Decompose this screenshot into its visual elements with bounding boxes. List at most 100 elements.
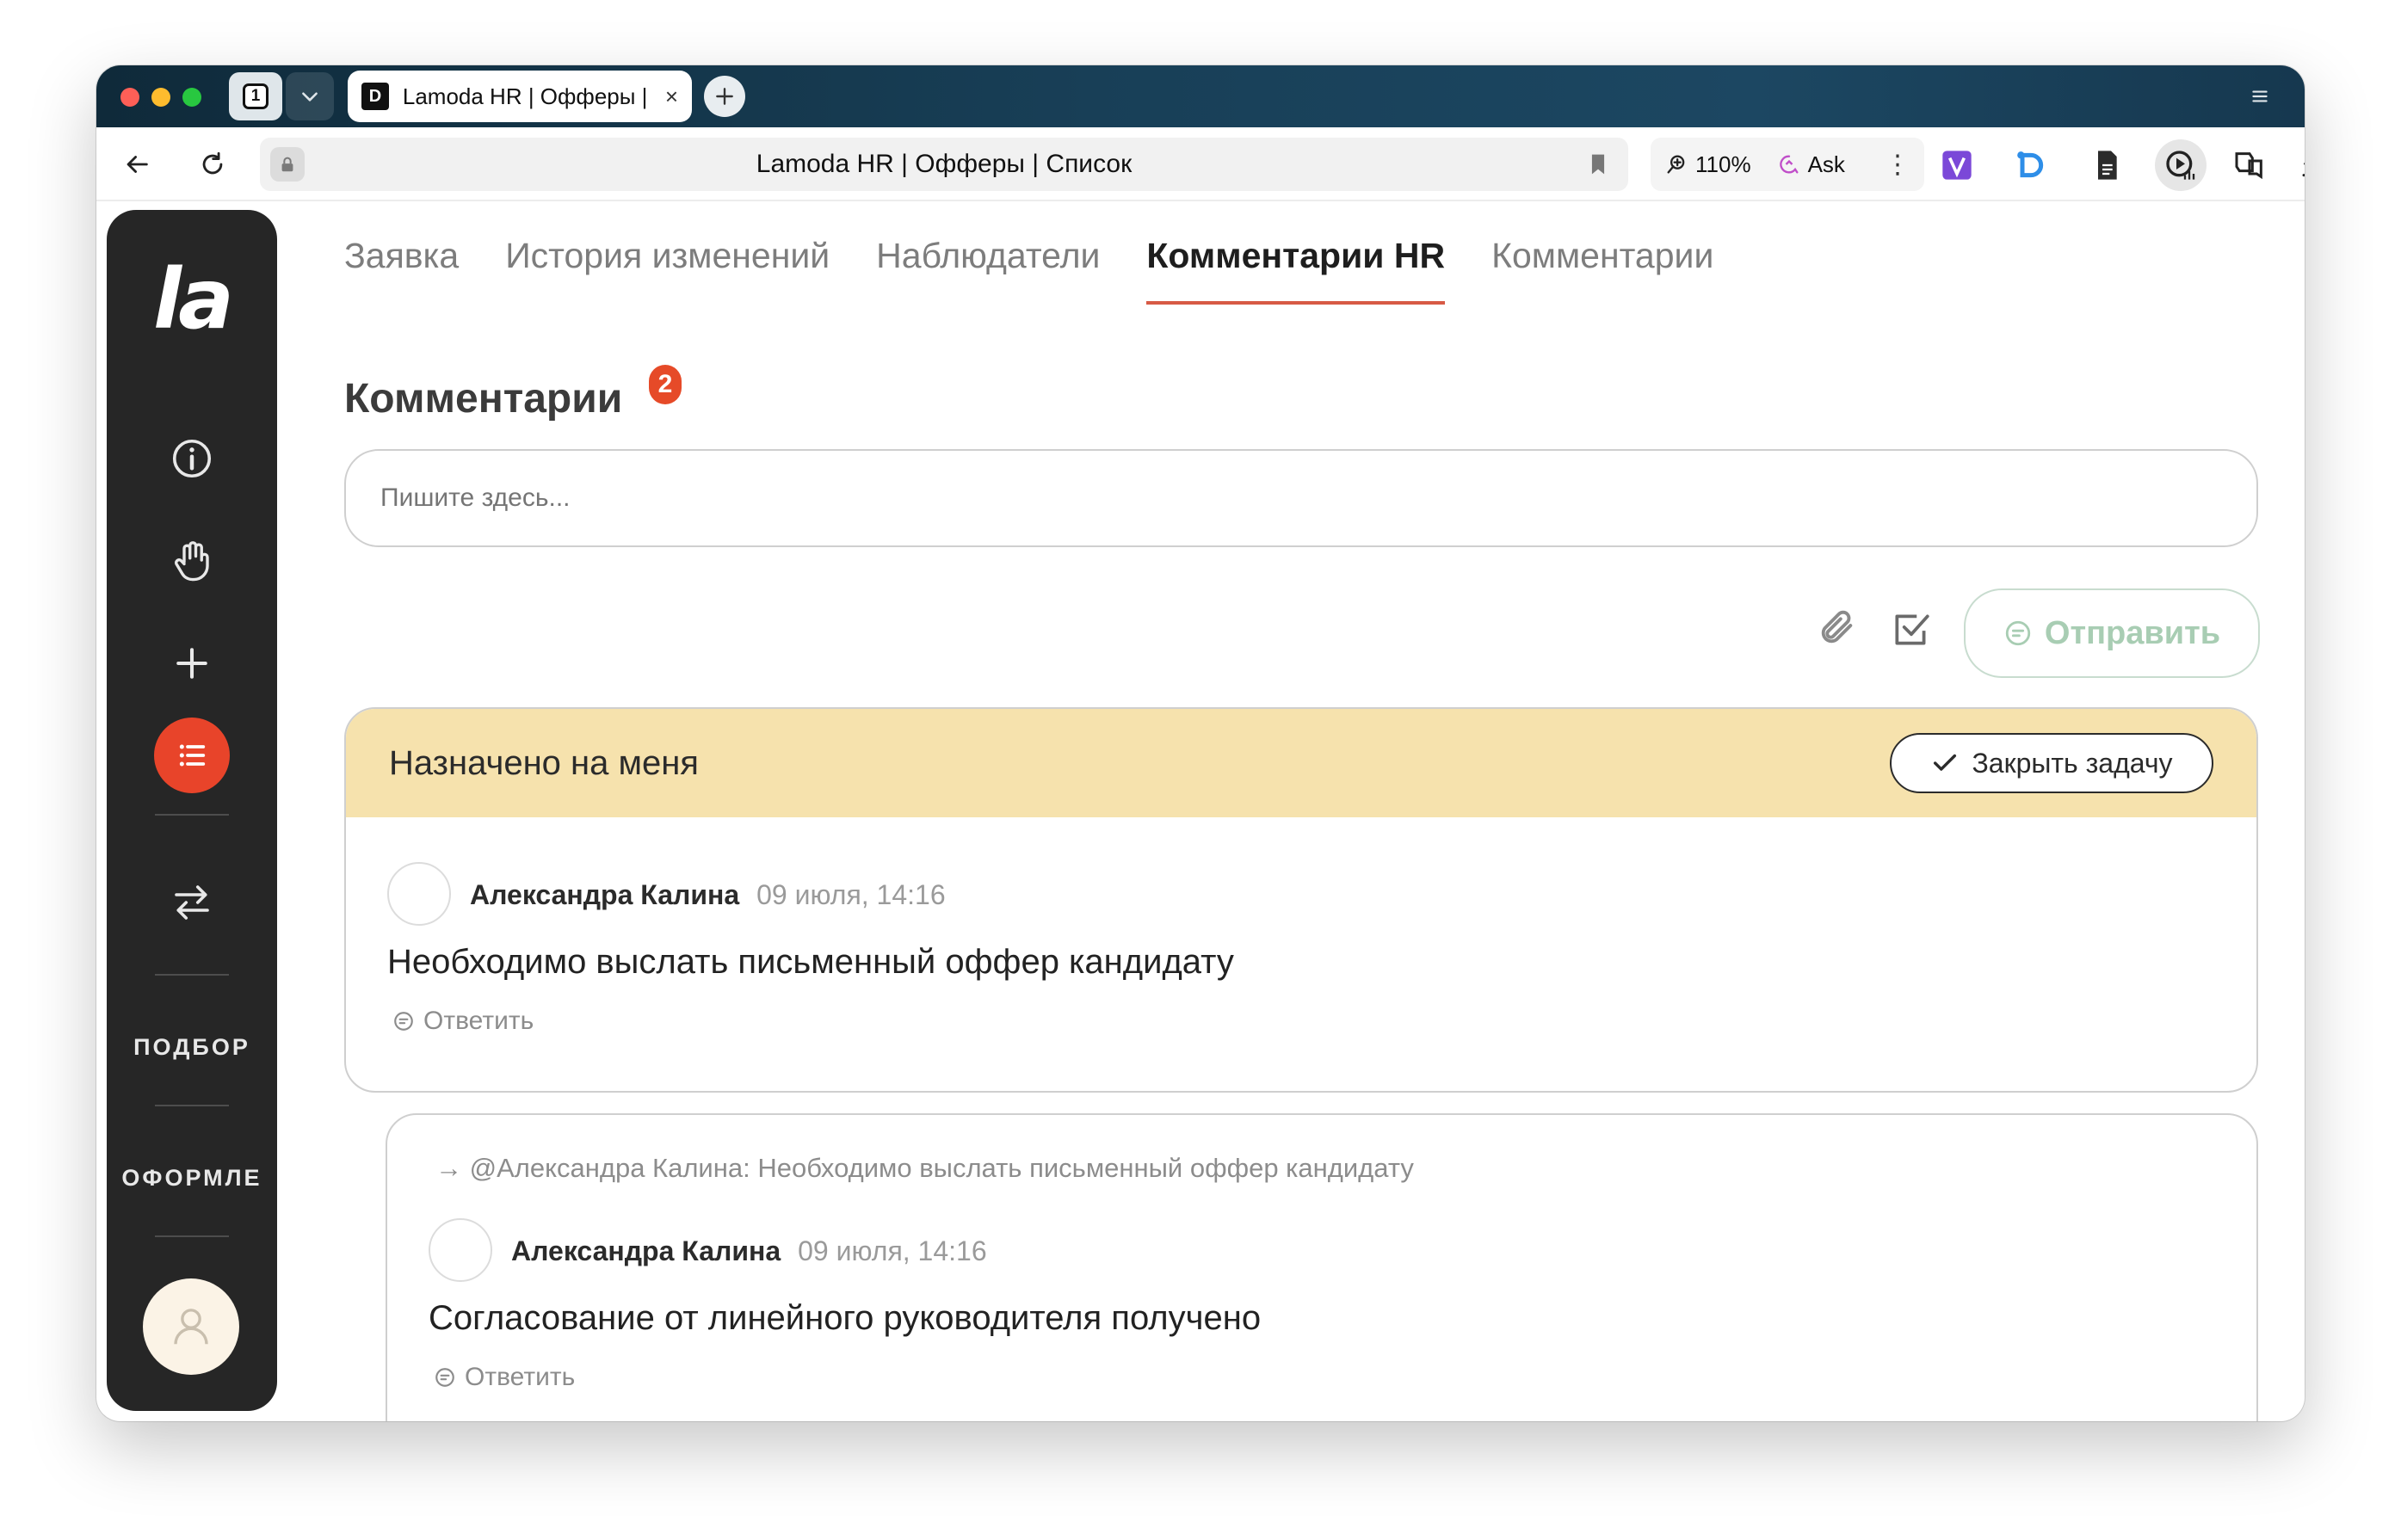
translate-icon [2235, 152, 2262, 180]
tab-comments[interactable]: Комментарии [1491, 236, 1713, 305]
minimize-window-button[interactable] [151, 88, 170, 107]
send-button[interactable]: Отправить [1964, 588, 2260, 678]
app-sidebar: la ПОДБОР ОФОРМЛЕ [107, 210, 277, 1411]
close-task-button[interactable]: Закрыть задачу [1890, 733, 2213, 793]
reply-label: Ответить [465, 1363, 576, 1391]
comment-author: Александра Калина 09 июля, 14:16 [511, 1235, 987, 1267]
address-bar-row: Lamoda HR | Офферы | Список 110% Ask ⋮ 4 [96, 127, 2305, 201]
hand-icon [175, 541, 209, 582]
maximize-window-button[interactable] [182, 88, 201, 107]
comment-input[interactable] [344, 449, 2258, 547]
downloads-button[interactable]: 4 [2298, 146, 2305, 184]
plus-icon [716, 88, 733, 105]
swap-arrows-icon [175, 885, 209, 920]
sidebar-item-hand[interactable] [162, 530, 222, 590]
author-avatar [387, 862, 451, 926]
reply-comment-card: → @Александра Калина: Необходимо выслать… [386, 1113, 2258, 1421]
extension-player-button[interactable] [2155, 139, 2207, 191]
tab-hr-comments[interactable]: Комментарии HR [1146, 236, 1446, 305]
close-task-label: Закрыть задачу [1972, 747, 2173, 779]
tab-close-icon[interactable]: × [665, 83, 678, 110]
url-text: Lamoda HR | Офферы | Список [756, 150, 1133, 178]
checkmark-icon [1934, 754, 1957, 771]
sidebar-divider [155, 814, 229, 816]
author-avatar [429, 1218, 492, 1282]
author-name: Александра Калина [470, 879, 740, 910]
paperclip-icon[interactable] [1818, 607, 1857, 647]
play-circle-icon [2166, 151, 2195, 180]
chevron-down-icon [302, 92, 318, 102]
assigned-task-card: Назначено на меня Закрыть задачу Алексан… [344, 707, 2258, 1093]
send-label: Отправить [2044, 614, 2221, 651]
ai-ask-icon [1779, 155, 1799, 174]
list-icon [179, 744, 206, 767]
reload-icon [202, 151, 223, 175]
extension-translate-button[interactable] [2231, 146, 2268, 184]
user-avatar[interactable] [143, 1278, 239, 1375]
sidebar-item-info[interactable] [162, 428, 222, 489]
extension-v-button[interactable] [1938, 146, 1976, 184]
arrow-left-icon [127, 156, 148, 173]
comment-text: Согласование от линейного руководителя п… [429, 1299, 1262, 1337]
task-checkbox-icon[interactable] [1890, 607, 1933, 650]
browser-menu-button[interactable] [2244, 81, 2275, 112]
reload-button[interactable] [193, 145, 232, 184]
url-field[interactable]: Lamoda HR | Офферы | Список [260, 138, 1628, 191]
tab-count: 1 [243, 83, 268, 109]
comment-text: Необходимо выслать письменный оффер канд… [387, 943, 1234, 981]
more-options-icon[interactable]: ⋮ [1885, 150, 1910, 180]
info-icon [172, 439, 212, 478]
quoted-reference[interactable]: → @Александра Калина: Необходимо выслать… [435, 1153, 1414, 1184]
comment-author: Александра Калина 09 июля, 14:16 [470, 879, 946, 911]
comment-icon [394, 1012, 413, 1031]
document-icon [2098, 151, 2117, 180]
comment-date: 09 июля, 14:16 [756, 879, 946, 910]
tab-list-button[interactable] [286, 72, 334, 120]
zoom-level[interactable]: 110% [1695, 151, 1751, 178]
sidebar-divider [155, 1235, 229, 1237]
extension-v-icon [1942, 151, 1972, 180]
new-tab-button[interactable] [704, 76, 745, 117]
user-icon [174, 1309, 208, 1345]
extension-doc-button[interactable] [2088, 146, 2126, 184]
browser-window: 1 D Lamoda HR | Офферы | Список × [96, 65, 2305, 1421]
back-button[interactable] [117, 145, 157, 184]
sidebar-item-list-active[interactable] [154, 718, 230, 793]
sidebar-item-oformlenie[interactable]: ОФОРМЛЕ [107, 1165, 277, 1192]
tab-history[interactable]: История изменений [505, 236, 830, 305]
zoom-and-ask-group: 110% Ask ⋮ [1651, 138, 1924, 191]
ask-button[interactable]: Ask [1808, 151, 1845, 178]
lock-icon [281, 157, 293, 172]
sidebar-divider [155, 1105, 229, 1106]
comment-icon [2005, 620, 2031, 646]
comments-count-badge: 2 [649, 365, 682, 404]
comments-title: Комментарии [344, 376, 623, 422]
browser-tab-active[interactable]: D Lamoda HR | Офферы | Список × [348, 71, 692, 122]
site-info-button[interactable] [270, 147, 305, 182]
reply-button[interactable]: Ответить [434, 1363, 575, 1392]
sidebar-item-add[interactable] [162, 633, 222, 693]
extension-d-button[interactable] [2012, 146, 2050, 184]
author-name: Александра Калина [511, 1235, 781, 1266]
task-title: Назначено на меня [389, 743, 699, 782]
zoom-icon[interactable] [1664, 152, 1688, 176]
reply-button[interactable]: Ответить [392, 1007, 534, 1036]
close-window-button[interactable] [120, 88, 139, 107]
tab-zayavka[interactable]: Заявка [344, 236, 459, 305]
sidebar-divider [155, 974, 229, 976]
reply-label: Ответить [423, 1007, 534, 1035]
sidebar-item-switch[interactable] [162, 872, 222, 933]
bookmark-icon[interactable] [1583, 150, 1613, 179]
site-favicon-icon: D [361, 83, 389, 110]
task-header: Назначено на меня Закрыть задачу [346, 709, 2256, 817]
tab-counter-button[interactable]: 1 [229, 72, 282, 120]
tab-observers[interactable]: Наблюдатели [876, 236, 1100, 305]
hamburger-icon [2252, 90, 2268, 102]
plus-icon [176, 648, 207, 679]
extension-d-icon [2017, 151, 2044, 178]
sidebar-item-podbor[interactable]: ПОДБОР [107, 1034, 277, 1061]
comment-icon [435, 1368, 454, 1387]
browser-titlebar: 1 D Lamoda HR | Офферы | Список × [96, 65, 2305, 127]
download-icon: 4 [2302, 162, 2305, 177]
app-logo[interactable]: la [107, 251, 277, 348]
